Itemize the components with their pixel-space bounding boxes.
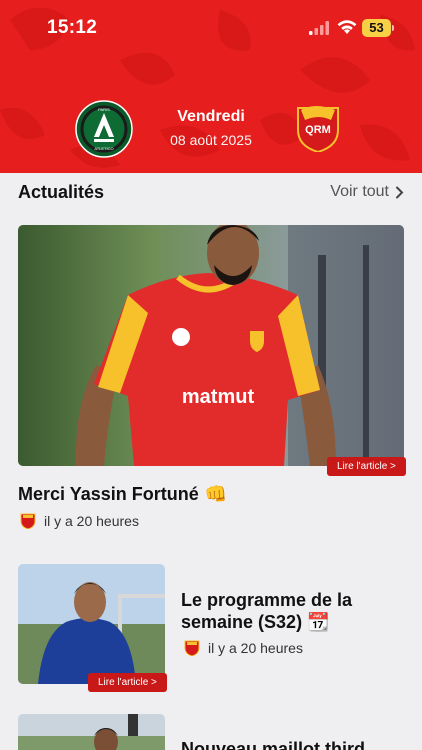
article-title-text: Merci Yassin Fortuné [18, 484, 199, 504]
article-meta-2: il y a 20 heures [184, 639, 303, 656]
article-time: il y a 20 heures [44, 512, 139, 529]
section-title: Actualités [18, 182, 105, 202]
match-banner[interactable]: PARIS ATLETICO Vendredi 08 août 2025 QRM [0, 96, 422, 162]
svg-text:ATLETICO: ATLETICO [94, 146, 113, 151]
featured-article-image[interactable]: matmut [18, 225, 404, 466]
away-team-logo-icon: QRM [297, 106, 339, 152]
home-team-logo-icon: PARIS ATLETICO [75, 100, 133, 158]
news-section-header: Actualités Voir tout [18, 180, 404, 206]
match-info: Vendredi 08 août 2025 [150, 108, 272, 148]
article-thumbnail[interactable] [18, 564, 165, 684]
article-title-emoji-2: 📆 [307, 612, 330, 632]
status-time: 15:12 [47, 17, 98, 38]
article-title-emoji: 👊 [204, 484, 228, 504]
match-day: Vendredi [177, 108, 245, 125]
article-time-2: il y a 20 heures [208, 639, 303, 656]
read-article-button-2[interactable]: Lire l'article > [88, 673, 167, 692]
svg-text:matmut: matmut [182, 386, 255, 408]
featured-article-title[interactable]: Merci Yassin Fortuné 👊 [18, 484, 227, 505]
battery-level: 53 [369, 20, 384, 35]
see-all-label: Voir tout [330, 183, 389, 200]
article-title-3[interactable]: Nouveau maillot third [181, 739, 391, 750]
match-date: 08 août 2025 [170, 132, 252, 148]
svg-text:PARIS: PARIS [98, 107, 110, 112]
chevron-right-icon [396, 186, 404, 198]
svg-text:QRM: QRM [305, 124, 331, 136]
signal-icon [309, 21, 329, 35]
club-logo-icon [20, 513, 36, 529]
article-title[interactable]: Le programme de la semaine (S32) 📆 [181, 589, 381, 633]
battery-icon: 53 [362, 19, 394, 37]
wifi-icon [337, 20, 357, 34]
article-thumbnail-3[interactable] [18, 714, 165, 750]
header: 15:12 53 PARIS ATLETICO Vendredi 08 août… [0, 0, 422, 173]
status-bar: 15:12 53 [0, 0, 422, 56]
read-article-button[interactable]: Lire l'article > [327, 457, 406, 476]
see-all-link[interactable]: Voir tout [330, 183, 404, 201]
article-meta: il y a 20 heures [20, 512, 139, 529]
club-logo-icon [184, 640, 200, 656]
